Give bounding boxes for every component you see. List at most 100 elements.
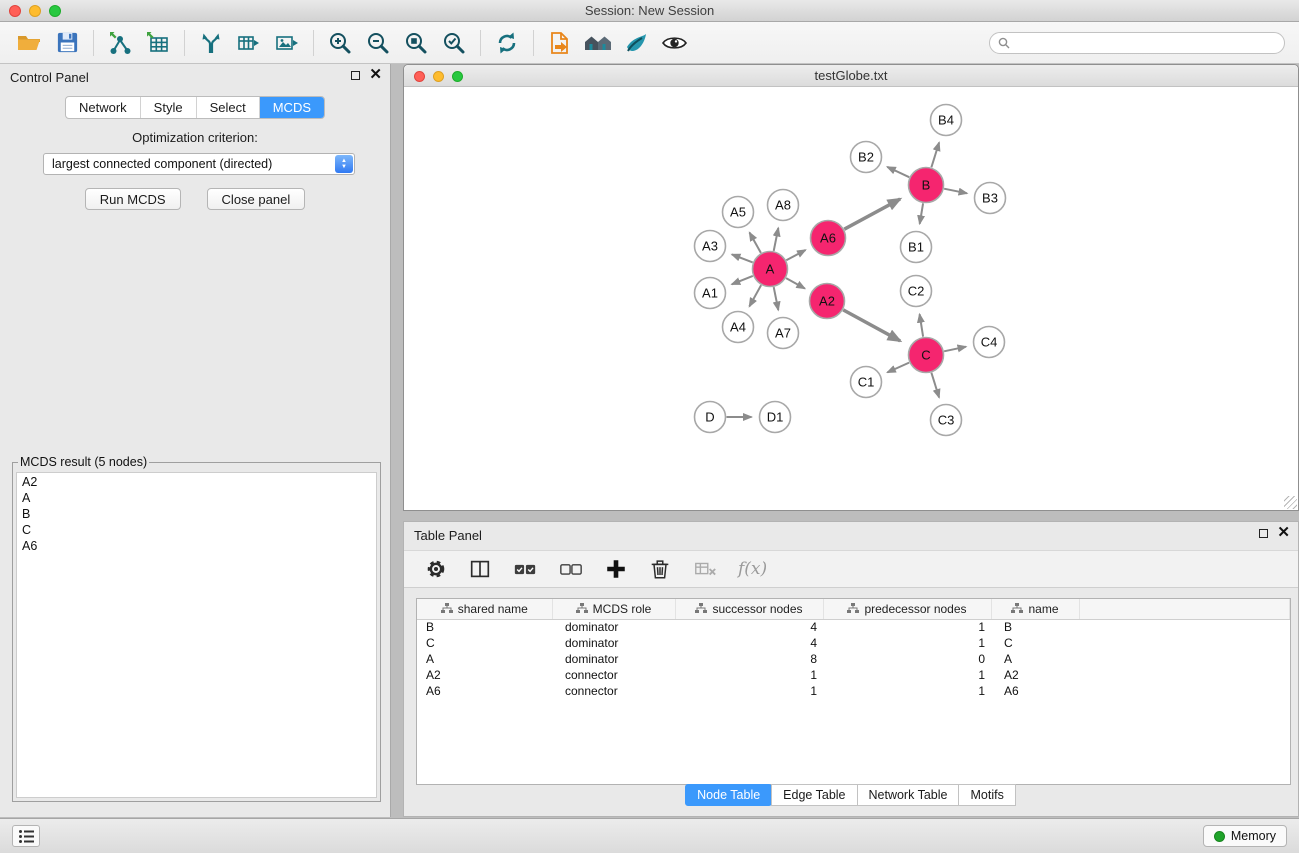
- column-header-mcds-role[interactable]: MCDS role: [552, 599, 675, 619]
- node-C[interactable]: C: [909, 338, 944, 373]
- ndex-document-button[interactable]: [541, 26, 579, 60]
- table-settings-button[interactable]: [424, 557, 448, 581]
- node-A3[interactable]: A3: [695, 231, 726, 262]
- node-D[interactable]: D: [695, 402, 726, 433]
- float-panel-icon[interactable]: [351, 71, 360, 80]
- network-minimize-icon[interactable]: [433, 71, 444, 82]
- node-B2[interactable]: B2: [851, 142, 882, 173]
- node-C4[interactable]: C4: [974, 327, 1005, 358]
- close-panel-button[interactable]: Close panel: [207, 188, 306, 210]
- tab-style[interactable]: Style: [141, 97, 197, 118]
- task-history-button[interactable]: [12, 825, 40, 847]
- edge-C-C1[interactable]: [887, 363, 909, 373]
- edge-B-B4[interactable]: [931, 143, 939, 168]
- zoom-selected-button[interactable]: [435, 26, 473, 60]
- tab-edge-table[interactable]: Edge Table: [771, 784, 857, 806]
- tab-network[interactable]: Network: [66, 97, 141, 118]
- node-B3[interactable]: B3: [975, 183, 1006, 214]
- import-table-button[interactable]: [139, 26, 177, 60]
- edge-A6-B[interactable]: [844, 199, 900, 229]
- network-close-icon[interactable]: [414, 71, 425, 82]
- edge-A-A8[interactable]: [774, 228, 779, 251]
- node-C2[interactable]: C2: [901, 276, 932, 307]
- export-image-button[interactable]: [268, 26, 306, 60]
- minimize-window-icon[interactable]: [29, 5, 41, 17]
- node-C1[interactable]: C1: [851, 367, 882, 398]
- node-A7[interactable]: A7: [768, 318, 799, 349]
- zoom-fit-button[interactable]: [397, 26, 435, 60]
- search-input[interactable]: [1015, 36, 1276, 50]
- edge-A-A6[interactable]: [786, 250, 805, 260]
- select-all-button[interactable]: [512, 557, 538, 581]
- table-row[interactable]: Adominator80A: [417, 651, 1290, 667]
- ndex-home-button[interactable]: [579, 26, 617, 60]
- network-canvas[interactable]: B4B2BB3A8A5A6A3B1AC2A1A2A4A7C4CC1C3DD1: [404, 87, 1298, 510]
- result-item[interactable]: B: [17, 506, 376, 522]
- node-A4[interactable]: A4: [723, 312, 754, 343]
- edge-A-A5[interactable]: [750, 233, 761, 253]
- delete-column-button[interactable]: [692, 557, 718, 581]
- network-zoom-icon[interactable]: [452, 71, 463, 82]
- function-builder-button[interactable]: f(x): [738, 559, 767, 579]
- tab-motifs[interactable]: Motifs: [958, 784, 1015, 806]
- window-resize-handle[interactable]: [1284, 496, 1297, 509]
- node-B1[interactable]: B1: [901, 232, 932, 263]
- add-column-button[interactable]: [604, 557, 628, 581]
- column-header-successor-nodes[interactable]: successor nodes: [675, 599, 823, 619]
- edge-A-A1[interactable]: [732, 276, 753, 284]
- node-A[interactable]: A: [753, 252, 788, 287]
- node-A2[interactable]: A2: [810, 284, 845, 319]
- result-item[interactable]: C: [17, 522, 376, 538]
- edge-C-C2[interactable]: [920, 314, 924, 337]
- refresh-view-button[interactable]: [488, 26, 526, 60]
- tab-mcds[interactable]: MCDS: [260, 97, 324, 118]
- save-session-button[interactable]: [48, 26, 86, 60]
- criterion-dropdown[interactable]: largest connected component (directed) ▲…: [43, 153, 355, 175]
- node-A8[interactable]: A8: [768, 190, 799, 221]
- zoom-window-icon[interactable]: [49, 5, 61, 17]
- edge-C-C4[interactable]: [944, 347, 966, 352]
- edge-C-C3[interactable]: [931, 373, 939, 398]
- float-table-panel-icon[interactable]: [1259, 529, 1268, 538]
- eye-toggle-button[interactable]: [655, 26, 693, 60]
- export-network-button[interactable]: [192, 26, 230, 60]
- column-header-predecessor-nodes[interactable]: predecessor nodes: [823, 599, 991, 619]
- node-D1[interactable]: D1: [760, 402, 791, 433]
- memory-button[interactable]: Memory: [1203, 825, 1287, 847]
- edge-A-A7[interactable]: [774, 287, 779, 310]
- deselect-all-button[interactable]: [558, 557, 584, 581]
- import-network-button[interactable]: [101, 26, 139, 60]
- node-C3[interactable]: C3: [931, 405, 962, 436]
- export-table-button[interactable]: [230, 26, 268, 60]
- node-B4[interactable]: B4: [931, 105, 962, 136]
- result-item[interactable]: A2: [17, 474, 376, 490]
- node-A5[interactable]: A5: [723, 197, 754, 228]
- result-item[interactable]: A: [17, 490, 376, 506]
- edge-A2-C[interactable]: [843, 310, 900, 341]
- tab-node-table[interactable]: Node Table: [685, 784, 772, 806]
- close-window-icon[interactable]: [9, 5, 21, 17]
- node-table[interactable]: shared name MCDS role successor nodes pr…: [416, 598, 1291, 785]
- table-row[interactable]: A6connector11A6: [417, 683, 1290, 699]
- table-row[interactable]: A2connector11A2: [417, 667, 1290, 683]
- show-columns-button[interactable]: [468, 557, 492, 581]
- zoom-out-button[interactable]: [359, 26, 397, 60]
- zoom-in-button[interactable]: [321, 26, 359, 60]
- close-table-panel-icon[interactable]: ✕: [1277, 527, 1290, 539]
- close-panel-icon[interactable]: ✕: [369, 69, 382, 81]
- edge-B-B2[interactable]: [887, 167, 909, 177]
- column-header-shared-name[interactable]: shared name: [417, 599, 552, 619]
- open-session-button[interactable]: [10, 26, 48, 60]
- column-header-name[interactable]: name: [991, 599, 1079, 619]
- delete-row-button[interactable]: [648, 557, 672, 581]
- edge-B-B3[interactable]: [944, 189, 967, 194]
- table-row[interactable]: Bdominator41B: [417, 619, 1290, 635]
- edge-A-A2[interactable]: [786, 278, 805, 288]
- mcds-result-list[interactable]: A2ABCA6: [16, 472, 377, 798]
- edge-A-A3[interactable]: [732, 254, 753, 262]
- edge-B-B1[interactable]: [920, 203, 923, 224]
- result-item[interactable]: A6: [17, 538, 376, 554]
- run-mcds-button[interactable]: Run MCDS: [85, 188, 181, 210]
- node-A1[interactable]: A1: [695, 278, 726, 309]
- edge-A-A4[interactable]: [749, 285, 761, 306]
